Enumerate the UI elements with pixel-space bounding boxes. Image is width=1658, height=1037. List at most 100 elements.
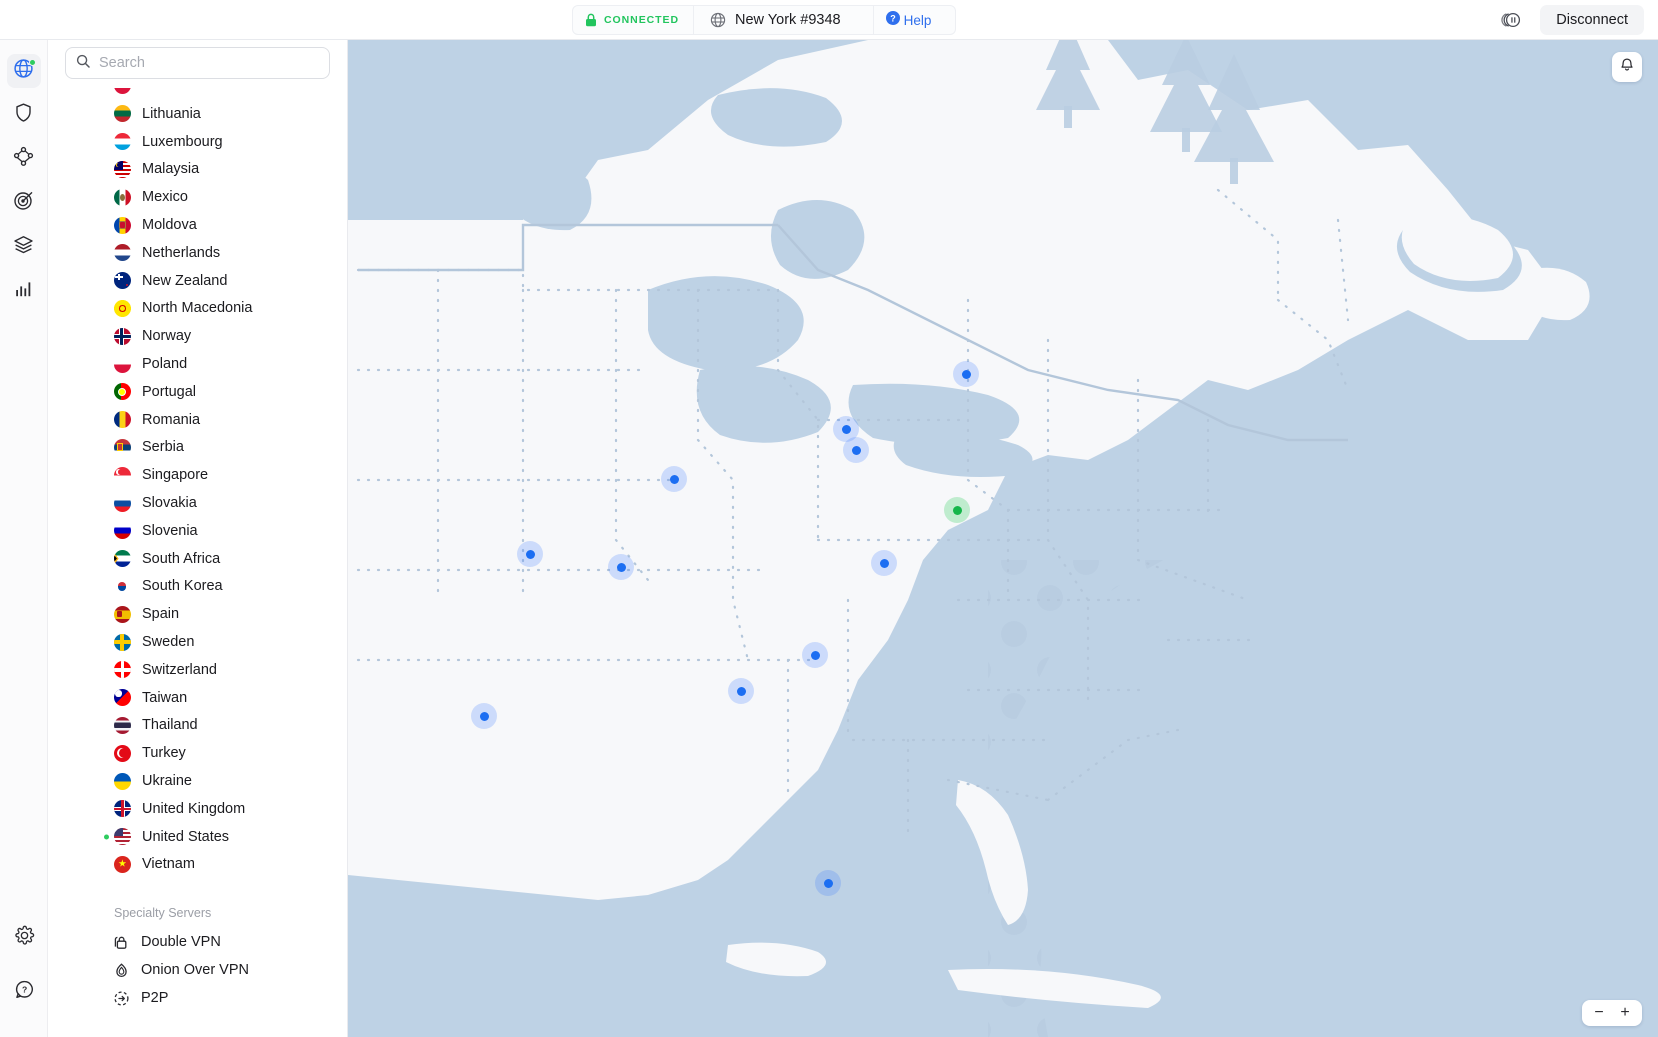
- country-list-item[interactable]: Ukraine: [48, 767, 347, 795]
- country-list-item[interactable]: South Africa: [48, 545, 347, 573]
- country-list-item[interactable]: Thailand: [48, 712, 347, 740]
- country-list-scroll[interactable]: Lithuania Luxembourg Malaysia Mexico Moldova…: [48, 88, 347, 1037]
- country-name-label: Portugal: [142, 383, 197, 400]
- svg-text:?: ?: [21, 985, 26, 995]
- help-circle-icon: ?: [885, 10, 900, 30]
- connected-server-pin[interactable]: [944, 497, 970, 523]
- help-button[interactable]: ? Help: [874, 5, 946, 35]
- country-name-label: Lithuania: [142, 105, 201, 122]
- flag-icon-us: [114, 828, 131, 846]
- country-list-item[interactable]: Lithuania: [48, 100, 347, 128]
- specialty-server-item[interactable]: Double VPN: [48, 928, 347, 956]
- country-list-item[interactable]: Romania: [48, 406, 347, 434]
- server-pin[interactable]: [871, 550, 897, 576]
- country-list-item[interactable]: Mexico: [48, 183, 347, 211]
- help-label: Help: [903, 12, 932, 28]
- country-list-item[interactable]: North Macedonia: [48, 295, 347, 323]
- zoom-out-button[interactable]: −: [1586, 1001, 1612, 1025]
- list-item-clipped[interactable]: [48, 88, 347, 100]
- nav-dark-web-monitor[interactable]: [7, 186, 41, 220]
- flag-icon-ch: [114, 661, 131, 679]
- nav-vpn[interactable]: [6, 54, 41, 88]
- flag-icon-rs: [114, 438, 131, 456]
- server-pin[interactable]: [471, 703, 497, 729]
- country-list-item[interactable]: Netherlands: [48, 239, 347, 267]
- nav-statistics[interactable]: [7, 274, 41, 308]
- country-name-label: Turkey: [142, 745, 186, 762]
- nav-support[interactable]: ?: [7, 975, 41, 1009]
- country-list-item[interactable]: Serbia: [48, 434, 347, 462]
- nav-file-share[interactable]: [7, 230, 41, 264]
- server-pin[interactable]: [843, 437, 869, 463]
- country-name-label: Singapore: [142, 467, 209, 484]
- country-list-item[interactable]: Portugal: [48, 378, 347, 406]
- flag-icon-my: [114, 160, 131, 178]
- country-list-item[interactable]: Taiwan: [48, 684, 347, 712]
- pause-icon[interactable]: [1496, 5, 1526, 35]
- onion-icon: [112, 961, 131, 980]
- flag-icon-lt: [114, 105, 131, 123]
- server-pin[interactable]: [802, 642, 828, 668]
- specialty-server-item[interactable]: Onion Over VPN: [48, 956, 347, 984]
- pin-core: [616, 562, 626, 572]
- country-list-item[interactable]: Moldova: [48, 211, 347, 239]
- country-list-item[interactable]: Slovakia: [48, 489, 347, 517]
- country-name-label: Ukraine: [142, 773, 192, 790]
- flag-icon-nl: [114, 244, 131, 262]
- flag-icon-lu: [114, 133, 131, 151]
- server-pin[interactable]: [517, 541, 543, 567]
- country-name-label: Spain: [142, 606, 180, 623]
- country-list-item[interactable]: Sweden: [48, 628, 347, 656]
- pin-core: [479, 711, 489, 721]
- flag-icon-mx: [114, 188, 131, 206]
- nav-settings[interactable]: [7, 921, 41, 955]
- current-server[interactable]: New York #9348: [694, 5, 859, 35]
- country-list-item[interactable]: Switzerland: [48, 656, 347, 684]
- notifications-button[interactable]: [1612, 52, 1642, 82]
- country-list-item[interactable]: New Zealand: [48, 267, 347, 295]
- map-zoom-controls: − +: [1582, 1000, 1642, 1026]
- country-name-label: Slovakia: [142, 495, 197, 512]
- country-list-item[interactable]: Poland: [48, 350, 347, 378]
- disconnect-button[interactable]: Disconnect: [1540, 5, 1644, 35]
- search-input[interactable]: [99, 55, 319, 71]
- country-list-item[interactable]: Norway: [48, 322, 347, 350]
- country-list-item[interactable]: Spain: [48, 600, 347, 628]
- world-map[interactable]: − +: [348, 40, 1658, 1037]
- map-canvas: [348, 40, 1658, 1037]
- country-list-item[interactable]: Vietnam: [48, 851, 347, 879]
- country-name-label: Romania: [142, 411, 201, 428]
- pin-core: [736, 686, 746, 696]
- server-pin[interactable]: [728, 678, 754, 704]
- server-pin[interactable]: [661, 466, 687, 492]
- flag-icon-vn: [114, 855, 131, 873]
- nav-meshnet[interactable]: [7, 142, 41, 176]
- search-box[interactable]: [65, 47, 330, 79]
- pin-core: [525, 549, 535, 559]
- country-list-item[interactable]: Luxembourg: [48, 128, 347, 156]
- country-name-label: South Africa: [142, 550, 221, 567]
- server-pin[interactable]: [815, 870, 841, 896]
- flag-icon-pt: [114, 383, 131, 401]
- search-icon: [76, 54, 90, 73]
- country-list-item[interactable]: Malaysia: [48, 156, 347, 184]
- server-name-label: New York #9348: [735, 12, 841, 28]
- country-name-label: Malaysia: [142, 161, 200, 178]
- nav-threat-protection[interactable]: [7, 98, 41, 132]
- zoom-in-button[interactable]: +: [1612, 1001, 1638, 1025]
- country-list-item[interactable]: Singapore: [48, 461, 347, 489]
- flag-icon-tw: [114, 689, 131, 707]
- country-list-item[interactable]: United Kingdom: [48, 795, 347, 823]
- country-list-item[interactable]: United States: [48, 823, 347, 851]
- shield-icon: [13, 102, 34, 128]
- server-pin[interactable]: [953, 361, 979, 387]
- country-list-item[interactable]: Slovenia: [48, 517, 347, 545]
- specialty-server-item[interactable]: P2P: [48, 984, 347, 1012]
- bell-icon: [1619, 57, 1635, 78]
- specialty-server-label: Double VPN: [141, 934, 221, 951]
- flag-icon-se: [114, 633, 131, 651]
- flag-icon-mk: [114, 299, 131, 317]
- country-list-item[interactable]: Turkey: [48, 739, 347, 767]
- server-pin[interactable]: [608, 554, 634, 580]
- country-list-item[interactable]: South Korea: [48, 573, 347, 601]
